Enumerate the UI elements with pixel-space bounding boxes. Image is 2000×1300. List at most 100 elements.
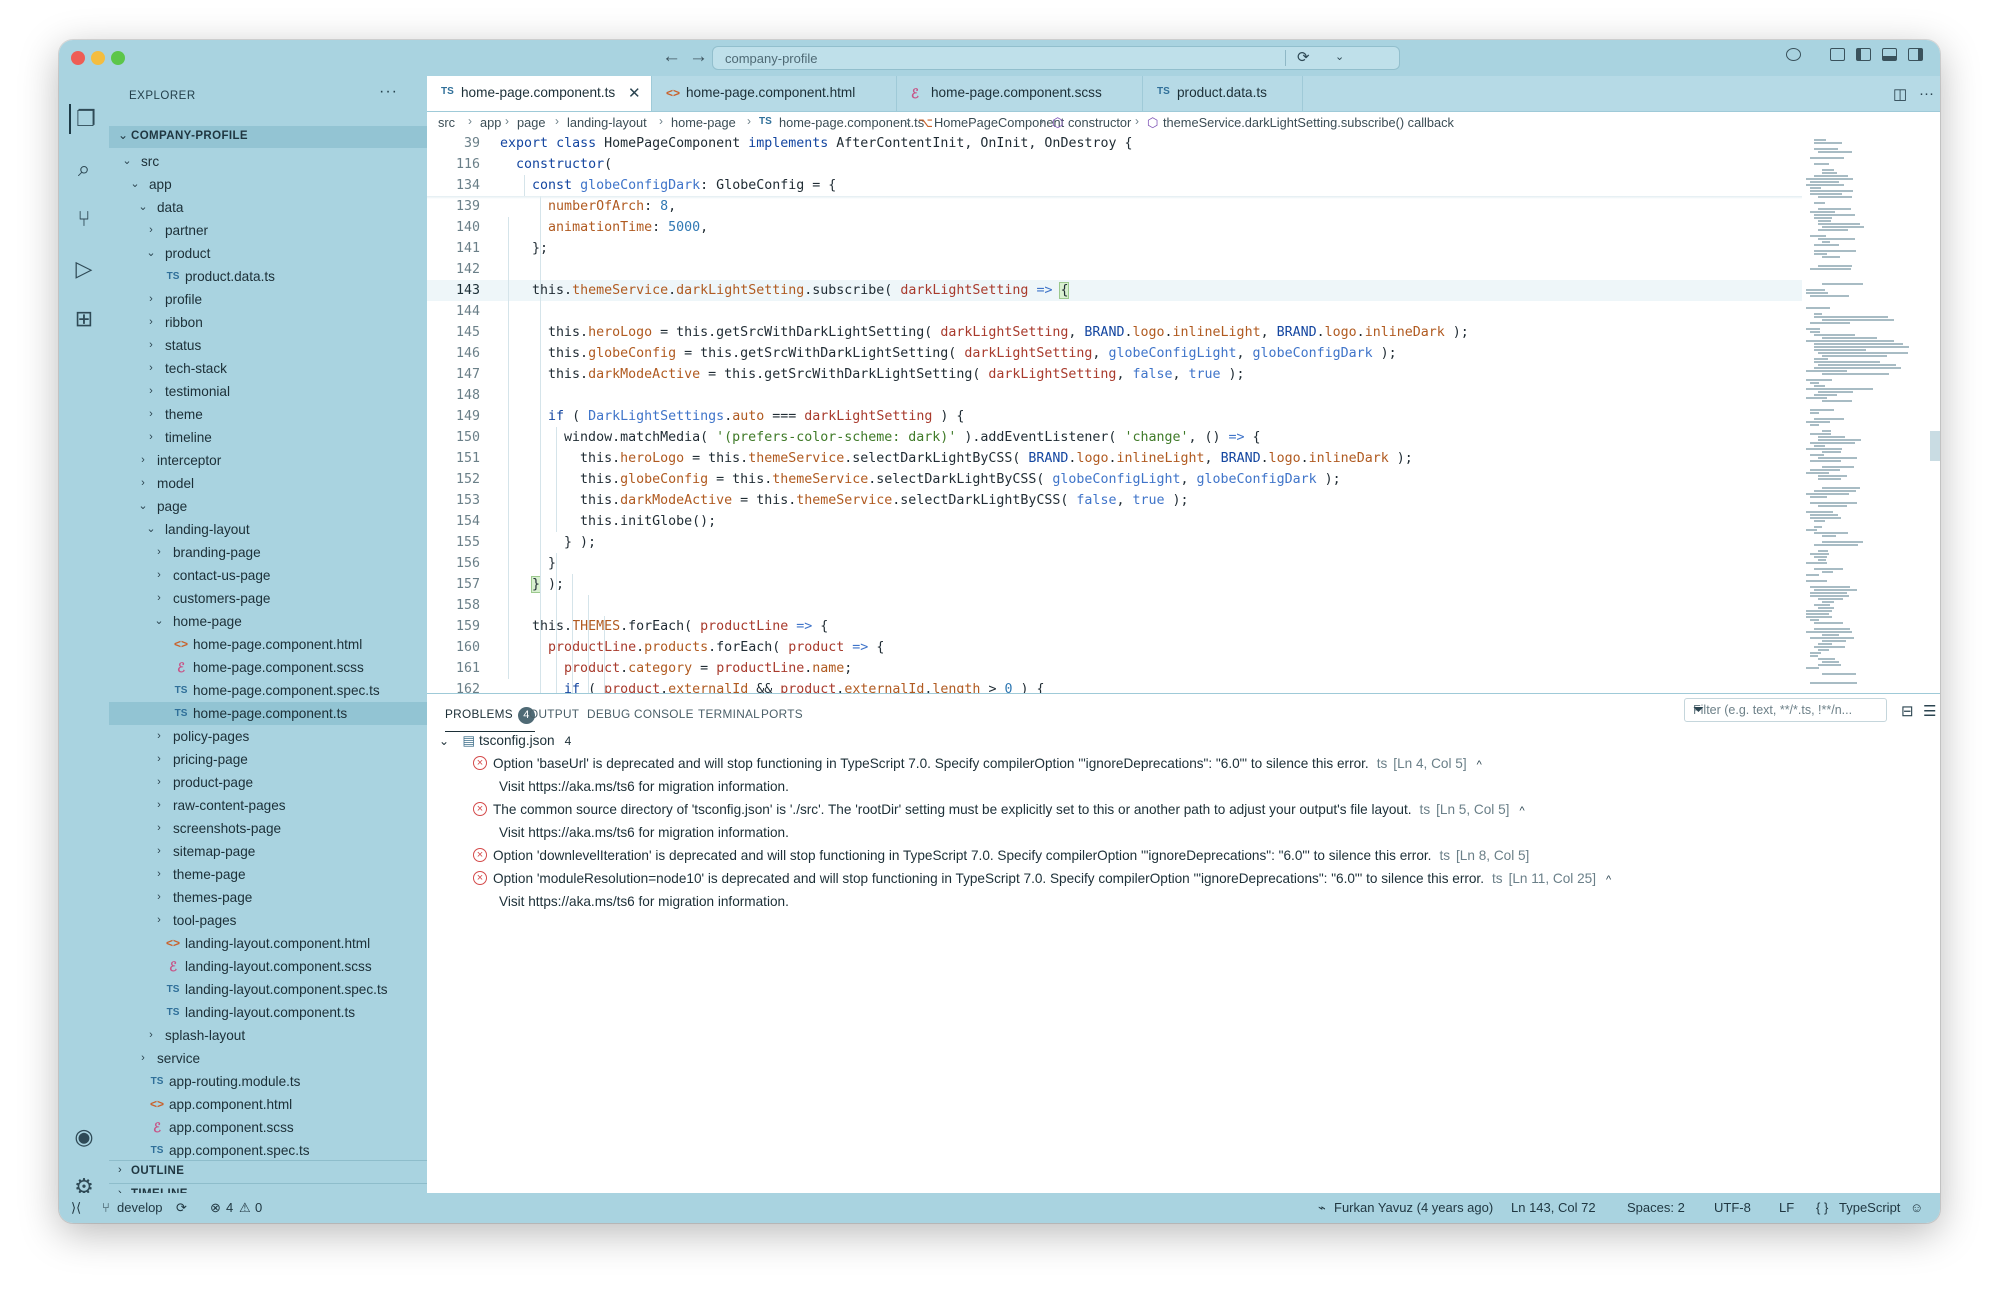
code-line[interactable]: 39 export class HomePageComponent impleme… [427,133,1802,154]
error-icon[interactable]: ⊗ [210,1200,221,1216]
editor-tab[interactable]: <> home-page.component.html [652,76,897,111]
indentation[interactable]: Spaces: 2 [1627,1200,1685,1215]
zoom-window-button[interactable] [111,51,125,65]
tree-item[interactable]: › partner [109,219,427,242]
problem-row[interactable]: × Option 'baseUrl' is deprecated and will… [473,752,1482,775]
code-line[interactable]: 145 this.heroLogo = this.getSrcWithDarkL… [427,322,1802,343]
tree-item[interactable]: TS landing-layout.component.ts [109,1001,427,1024]
tree-item[interactable]: ⌄ page [109,495,427,518]
tree-item[interactable]: › themes-page [109,886,427,909]
tree-item[interactable]: › tech-stack [109,357,427,380]
command-center[interactable]: company-profile ⟳ ⌄ [712,46,1400,70]
breadcrumb-item[interactable]: HomePageComponent [934,115,1064,130]
editor-tab[interactable]: ℰhome-page.component.scss [897,76,1143,111]
tree-item[interactable]: › contact-us-page [109,564,427,587]
git-blame[interactable]: Furkan Yavuz (4 years ago) [1334,1200,1493,1215]
sync-icon[interactable]: ⟳ [176,1200,187,1216]
toggle-panel-icon[interactable] [1882,48,1897,61]
panel-tab-terminal[interactable]: TERMINAL [698,707,760,721]
code-line[interactable]: 148 [427,385,1802,406]
tree-item[interactable]: ⌄ product [109,242,427,265]
copilot-chat-icon[interactable]: ⟳ [1297,48,1310,66]
filter-icon[interactable]: ⏷ [1693,701,1880,718]
code-editor[interactable]: 39 export class HomePageComponent impleme… [427,133,1802,693]
close-window-button[interactable] [71,51,85,65]
tree-item[interactable]: ⌄ home-page [109,610,427,633]
code-line[interactable]: 153 this.darkModeActive = this.themeServ… [427,490,1802,511]
code-line[interactable]: 157 } ); [427,574,1802,595]
tree-item[interactable]: › pricing-page [109,748,427,771]
breadcrumb-item[interactable]: themeService.darkLightSetting.subscribe(… [1163,115,1454,130]
sidebar-section-outline[interactable]: › OUTLINE [109,1160,427,1183]
code-line[interactable]: 143 this.themeService.darkLightSetting.s… [427,280,1802,301]
tree-item[interactable]: TS home-page.component.spec.ts [109,679,427,702]
tree-item[interactable]: › screenshots-page [109,817,427,840]
problem-row[interactable]: × Option 'downlevelIteration' is deprecat… [473,844,1529,867]
tree-item[interactable]: › tool-pages [109,909,427,932]
minimap[interactable] [1802,133,1940,693]
code-line[interactable]: 150 window.matchMedia( '(prefers-color-s… [427,427,1802,448]
code-line[interactable]: 151 this.heroLogo = this.themeService.se… [427,448,1802,469]
tree-item[interactable]: › ribbon [109,311,427,334]
code-line[interactable]: 159 this.THEMES.forEach( productLine => … [427,616,1802,637]
editor-tab[interactable]: TS home-page.component.ts ✕ [427,76,652,111]
back-arrow-icon[interactable]: ← [662,46,681,68]
code-line[interactable]: 140 animationTime: 5000, [427,217,1802,238]
breadcrumb-item[interactable]: home-page.component.ts [779,115,924,130]
copilot-icon[interactable]: ☺ [1910,1200,1923,1215]
source-control-icon[interactable]: ⑂ [69,204,99,234]
tree-item[interactable]: TS app-routing.module.ts [109,1070,427,1093]
code-line[interactable]: 116 constructor( [427,154,1802,175]
tree-item[interactable]: › policy-pages [109,725,427,748]
code-line[interactable]: 162 if ( product.externalId && product.e… [427,679,1802,693]
panel-tab-debug-console[interactable]: DEBUG CONSOLE [587,707,694,721]
tree-item[interactable]: › splash-layout [109,1024,427,1047]
panel-tab-ports[interactable]: PORTS [761,707,803,721]
tree-item[interactable]: › theme-page [109,863,427,886]
chevron-up-icon[interactable]: ^ [1606,874,1611,886]
line-ending[interactable]: LF [1779,1200,1794,1215]
code-line[interactable]: 141 }; [427,238,1802,259]
tree-item[interactable]: ℰapp.component.scss [109,1116,427,1139]
branch-name[interactable]: develop [117,1200,163,1215]
language-mode[interactable]: TypeScript [1839,1200,1900,1215]
tree-item[interactable]: <> home-page.component.html [109,633,427,656]
tree-item[interactable]: › theme [109,403,427,426]
chevron-down-icon[interactable]: ⌄ [1335,50,1344,63]
code-line[interactable]: 149 if ( DarkLightSettings.auto === dark… [427,406,1802,427]
git-branch-icon[interactable]: ⑂ [102,1200,110,1215]
code-line[interactable]: 147 this.darkModeActive = this.getSrcWit… [427,364,1802,385]
toggle-secondary-sidebar-icon[interactable] [1908,48,1923,61]
chevron-up-icon[interactable]: ^ [1519,805,1524,817]
editor-tab[interactable]: TS product.data.ts [1143,76,1303,111]
code-line[interactable]: 142 [427,259,1802,280]
code-line[interactable]: 154 this.initGlobe(); [427,511,1802,532]
tree-item[interactable]: TS product.data.ts [109,265,427,288]
problems-filter-input[interactable]: Filter (e.g. text, **/*.ts, !**/n... ⏷ [1684,698,1887,722]
project-root[interactable]: ⌄ COMPANY-PROFILE [109,126,427,148]
more-actions-icon[interactable]: ··· [379,83,398,101]
tree-item[interactable]: › model [109,472,427,495]
run-debug-icon[interactable]: ▷ [69,254,99,284]
tree-item[interactable]: ℰhome-page.component.scss [109,656,427,679]
tree-item[interactable]: › interceptor [109,449,427,472]
breadcrumb-item[interactable]: page [517,115,545,130]
chevron-up-icon[interactable]: ^ [1477,759,1482,771]
problem-file-row[interactable]: ⌄ ▤ tsconfig.json 4 [439,729,571,752]
tree-item[interactable]: › testimonial [109,380,427,403]
split-editor-icon[interactable]: ◫ [1893,85,1907,103]
code-line[interactable]: 160 productLine.products.forEach( produc… [427,637,1802,658]
panel-tab-problems[interactable]: PROBLEMS 4 [445,707,535,732]
code-line[interactable]: 134 const globeConfigDark: GlobeConfig =… [427,175,1802,196]
code-line[interactable]: 146 this.globeConfig = this.getSrcWithDa… [427,343,1802,364]
breadcrumb-item[interactable]: landing-layout [567,115,647,130]
code-line[interactable]: 155 } ); [427,532,1802,553]
tree-item[interactable]: › product-page [109,771,427,794]
error-count[interactable]: 4 [226,1200,233,1215]
toggle-sidebar-icon[interactable] [1856,48,1871,61]
code-line[interactable]: 144 [427,301,1802,322]
accounts-icon[interactable]: ◉ [69,1122,99,1152]
tree-item[interactable]: ℰlanding-layout.component.scss [109,955,427,978]
warning-icon[interactable]: ⚠ [239,1200,251,1216]
tree-item[interactable]: ⌄ data [109,196,427,219]
